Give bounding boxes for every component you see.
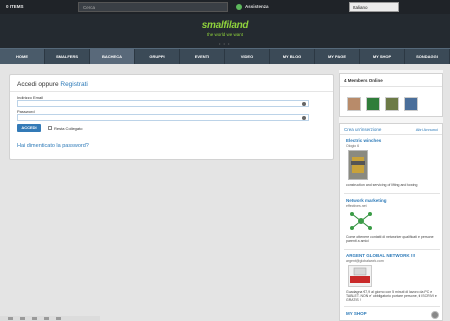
header-dots: • • • [219,41,231,46]
divider [344,249,440,250]
members-online-panel: 4 Members Online [339,73,443,117]
search-input[interactable]: Cerca [78,2,228,12]
remember-checkbox[interactable] [48,126,52,130]
nav-my-page[interactable]: MY PAGE [315,49,360,64]
avatar[interactable] [404,97,418,111]
ad-title[interactable]: Electric winches [346,138,381,143]
login-button[interactable]: ACCEDI [17,124,41,132]
create-ad-link[interactable]: Crea un'inserzione [344,127,381,132]
scroll-to-top-icon[interactable] [431,311,439,319]
nav-home[interactable]: HOME [0,49,45,64]
toolbar-icon[interactable] [8,317,13,320]
toolbar-icon[interactable] [20,317,25,320]
assistance-link[interactable]: Assistenza [245,4,269,9]
nav-eventi[interactable]: EVENTI [180,49,225,64]
language-select[interactable]: Italiano [349,2,399,12]
language-value: Italiano [353,4,368,10]
main-nav: HOME SMALFERS BACHECA GRUPPI EVENTI VIDE… [0,48,450,64]
ad-title[interactable]: Network marketing [346,198,387,203]
ad-description: Come ottenere contatti di networker qual… [346,235,434,243]
toolbar-icon[interactable] [44,317,49,320]
ad-description: construction and servicing of lifting an… [346,183,418,187]
forgot-password-link[interactable]: Hai dimenticato la password? [17,143,89,149]
nav-my-shop[interactable]: MY SHOP [360,49,405,64]
search-placeholder: Cerca [83,4,96,10]
divider [344,193,440,194]
toolbar-icon[interactable] [56,317,61,320]
promo-badge-icon [350,267,370,283]
site-logo[interactable]: smalfiland [0,20,450,31]
winch-icon [351,157,365,173]
email-field-icon [302,102,306,106]
ad-subtitle: Ologio 6 [346,144,360,148]
ad-image[interactable] [348,265,372,287]
login-card: Accedi oppure Registrati Indirizzo Email… [9,74,334,160]
divider [344,306,440,307]
avatar[interactable] [347,97,361,111]
ad-title[interactable]: MY SHOP [346,311,367,316]
nav-sondaggi[interactable]: SONDAGGI [405,49,450,64]
ad-title[interactable]: ARGENT GLOBAL NETWORK !!! [346,253,415,258]
nav-bacheca[interactable]: BACHECA [90,49,135,64]
divider [340,86,442,87]
register-link[interactable]: Registrati [60,81,87,88]
bottom-toolbar [0,316,100,321]
nav-smalfers[interactable]: SMALFERS [45,49,90,64]
site-tagline: the world we want [206,32,244,37]
email-field[interactable] [17,100,309,107]
login-title: Accedi oppure Registrati [17,81,88,88]
members-online-title: 4 Members Online [344,78,383,83]
password-field-icon [302,116,306,120]
avatar[interactable] [366,97,380,111]
ad-subtitle: effectives.net [346,204,367,208]
right-sidebar: 4 Members Online Crea un'inserzione Altr… [339,70,443,321]
all-ads-link[interactable]: Altri Annunci [416,127,438,132]
divider [340,134,442,135]
remember-label[interactable]: Resta Collegato [54,126,82,131]
ad-description: Guadagna €7,9 al giorno con 5 minuti di … [346,290,437,302]
cart-items-count[interactable]: 0 ITEMS [6,4,24,9]
toolbar-icon[interactable] [32,317,37,320]
assistance-icon[interactable] [236,4,242,10]
password-field[interactable] [17,114,309,121]
nav-my-blog[interactable]: MY BLOG [270,49,315,64]
top-bar: 0 ITEMS Cerca Assistenza Italiano [0,0,450,14]
avatar[interactable] [385,97,399,111]
network-icon [350,212,372,230]
nav-video[interactable]: VIDEO [225,49,270,64]
ad-image[interactable] [348,150,368,180]
ad-subtitle: argent@globalwork.com [346,259,384,263]
ad-image[interactable] [348,210,374,232]
divider [10,91,333,92]
nav-gruppi[interactable]: GRUPPI [135,49,180,64]
ads-panel: Crea un'inserzione Altri Annunci Electri… [339,123,443,321]
login-title-prefix: Accedi oppure [17,81,61,88]
